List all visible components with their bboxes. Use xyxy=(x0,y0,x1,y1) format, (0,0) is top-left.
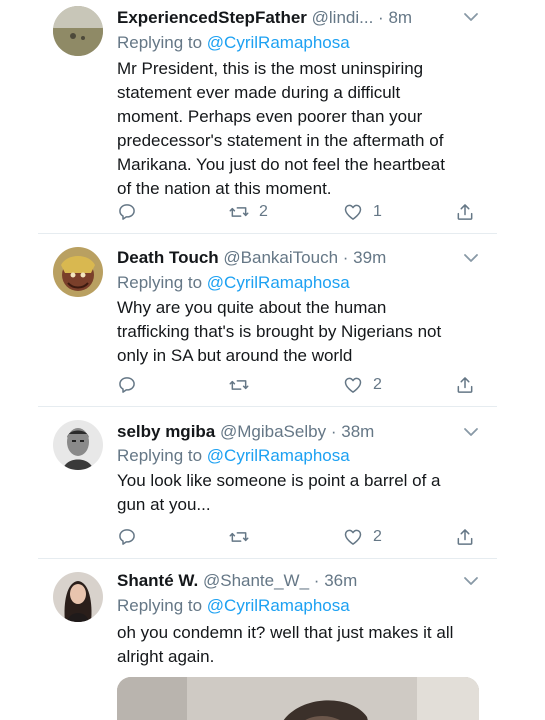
chevron-down-icon[interactable] xyxy=(463,573,479,589)
avatar[interactable] xyxy=(53,420,103,470)
like-count: 1 xyxy=(373,203,382,220)
tweet-text-line: of the nation at this moment. xyxy=(117,179,332,198)
avatar[interactable] xyxy=(53,6,103,56)
display-name[interactable]: Death Touch xyxy=(117,248,219,267)
tweet-actions: 2 xyxy=(117,526,482,548)
tweet-text-line: oh you condemn it? well that just makes … xyxy=(117,623,454,642)
replying-to: Replying to @CyrilRamaphosa xyxy=(117,31,350,55)
like-button[interactable]: 1 xyxy=(343,201,382,223)
display-name[interactable]: ExperiencedStepFather xyxy=(117,8,307,27)
retweet-icon xyxy=(229,202,249,222)
tweet[interactable]: Death Touch @BankaiTouch · 39m Replying … xyxy=(0,234,545,407)
user-handle[interactable]: @Shante_W_ xyxy=(203,571,309,590)
tweet-text-line: only in SA but around the world xyxy=(117,346,353,365)
avatar[interactable] xyxy=(53,572,103,622)
avatar[interactable] xyxy=(53,247,103,297)
tweet-text-line: You look like someone is point a barrel … xyxy=(117,471,441,490)
user-handle[interactable]: @lindi... xyxy=(312,8,374,27)
tweet-text-line: gun at you... xyxy=(117,495,211,514)
tweet-header: ExperiencedStepFather @lindi... · 8m xyxy=(117,6,485,30)
replying-to: Replying to @CyrilRamaphosa xyxy=(117,271,350,295)
timestamp[interactable]: 8m xyxy=(388,8,412,27)
tweet-text: Why are you quite about the human traffi… xyxy=(117,296,477,368)
like-icon xyxy=(343,202,363,222)
replying-to: Replying to @CyrilRamaphosa xyxy=(117,444,350,468)
reply-button[interactable] xyxy=(117,526,137,548)
like-icon xyxy=(343,375,363,395)
tweet-text-line: Mr President, this is the most uninspiri… xyxy=(117,59,424,78)
separator-dot: · xyxy=(342,248,349,267)
retweet-button[interactable] xyxy=(229,526,259,548)
tweet-header: Shanté W. @Shante_W_ · 36m xyxy=(117,569,485,593)
chevron-down-icon[interactable] xyxy=(463,250,479,266)
tweet-header: Death Touch @BankaiTouch · 39m xyxy=(117,246,485,270)
replying-to-label: Replying to xyxy=(117,33,203,52)
user-handle[interactable]: @BankaiTouch xyxy=(223,248,338,267)
share-icon xyxy=(455,202,475,222)
timestamp[interactable]: 38m xyxy=(341,422,374,441)
tweet-text-line: statement ever made during a difficult xyxy=(117,83,401,102)
mention-link[interactable]: @CyrilRamaphosa xyxy=(207,33,350,52)
chevron-down-icon[interactable] xyxy=(463,9,479,25)
avatar-image xyxy=(53,420,103,470)
retweet-button[interactable] xyxy=(229,374,259,396)
tweet-text: oh you condemn it? well that just makes … xyxy=(117,621,477,669)
chevron-down-icon[interactable] xyxy=(463,424,479,440)
share-button[interactable] xyxy=(455,526,475,548)
tweet-text-line: predecessor's statement in the aftermath… xyxy=(117,131,444,150)
share-button[interactable] xyxy=(455,374,475,396)
media-photo xyxy=(117,677,479,720)
avatar-image xyxy=(53,572,103,622)
tweet-text-line: trafficking that's is brought by Nigeria… xyxy=(117,322,442,341)
tweet-actions: 2 1 xyxy=(117,201,482,223)
reply-button[interactable] xyxy=(117,201,137,223)
like-button[interactable]: 2 xyxy=(343,374,382,396)
reply-button[interactable] xyxy=(117,374,137,396)
avatar-image xyxy=(53,247,103,297)
tweet-text-line: Why are you quite about the human xyxy=(117,298,387,317)
like-icon xyxy=(343,527,363,547)
replying-to-label: Replying to xyxy=(117,446,203,465)
tweet-header: selby mgiba @MgibaSelby · 38m xyxy=(117,420,485,444)
tweet-text: You look like someone is point a barrel … xyxy=(117,469,477,517)
reply-icon xyxy=(117,375,137,395)
retweet-count: 2 xyxy=(259,203,268,220)
retweet-button[interactable]: 2 xyxy=(229,201,268,223)
like-count: 2 xyxy=(373,376,382,393)
replying-to: Replying to @CyrilRamaphosa xyxy=(117,594,350,618)
separator-dot: · xyxy=(330,422,337,441)
tweet[interactable]: selby mgiba @MgibaSelby · 38m Replying t… xyxy=(0,407,545,559)
timestamp[interactable]: 36m xyxy=(324,571,357,590)
tweet-actions: 2 xyxy=(117,374,482,396)
replying-to-label: Replying to xyxy=(117,596,203,615)
reply-icon xyxy=(117,202,137,222)
share-icon xyxy=(455,527,475,547)
retweet-icon xyxy=(229,375,249,395)
share-button[interactable] xyxy=(455,201,475,223)
display-name[interactable]: selby mgiba xyxy=(117,422,215,441)
mention-link[interactable]: @CyrilRamaphosa xyxy=(207,446,350,465)
replying-to-label: Replying to xyxy=(117,273,203,292)
reply-icon xyxy=(117,527,137,547)
tweet[interactable]: ExperiencedStepFather @lindi... · 8m Rep… xyxy=(0,0,545,234)
timestamp[interactable]: 39m xyxy=(353,248,386,267)
mention-link[interactable]: @CyrilRamaphosa xyxy=(207,596,350,615)
separator-dot: · xyxy=(378,8,384,27)
tweet-text: Mr President, this is the most uninspiri… xyxy=(117,57,477,201)
reply-timeline: ExperiencedStepFather @lindi... · 8m Rep… xyxy=(0,0,545,720)
separator-dot: · xyxy=(313,571,320,590)
mention-link[interactable]: @CyrilRamaphosa xyxy=(207,273,350,292)
display-name[interactable]: Shanté W. xyxy=(117,571,198,590)
tweet-text-line: alright again. xyxy=(117,647,215,666)
avatar-image xyxy=(53,6,103,56)
tweet-text-line: moment. Perhaps even poorer than your xyxy=(117,107,423,126)
like-button[interactable]: 2 xyxy=(343,526,382,548)
retweet-icon xyxy=(229,527,249,547)
like-count: 2 xyxy=(373,528,382,545)
share-icon xyxy=(455,375,475,395)
tweet-media-image[interactable] xyxy=(117,677,479,720)
user-handle[interactable]: @MgibaSelby xyxy=(220,422,326,441)
tweet-text-line: Marikana. You just do not feel the heart… xyxy=(117,155,445,174)
